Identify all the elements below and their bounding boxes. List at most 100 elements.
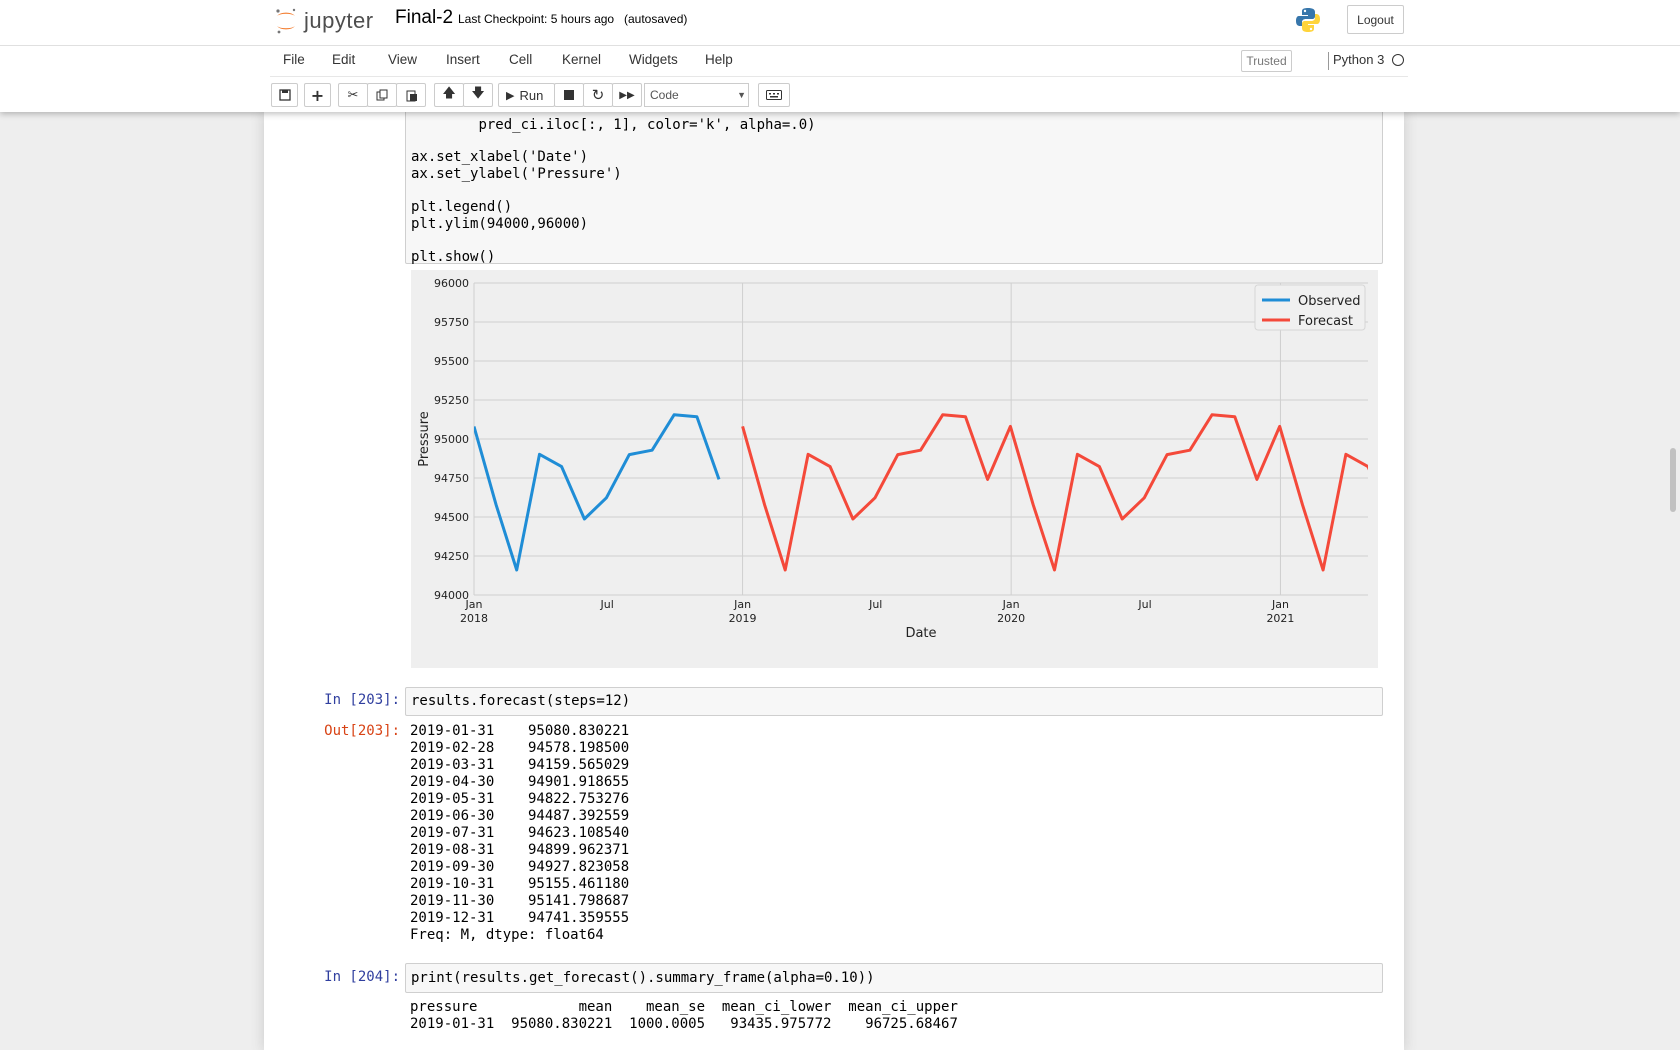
output-line: 2019-05-31 94822.753276 [410, 791, 630, 807]
move-down-button[interactable]: 🡇 [463, 83, 493, 107]
output-line: 2019-01-31 95080.830221 [410, 723, 630, 739]
menu-help[interactable]: Help [705, 52, 733, 67]
logo-text: jupyter [304, 8, 374, 33]
series-line-forecast [741, 413, 1368, 572]
cell-type-value: Code [650, 88, 679, 102]
save-button[interactable] [271, 83, 298, 107]
input-prompt: In [204]: [324, 969, 400, 985]
menu-file[interactable]: File [283, 52, 305, 67]
code-cell-input[interactable]: pred_ci.iloc[:, 1], color='k', alpha=.0)… [405, 112, 1383, 265]
restart-button[interactable]: ↻ [583, 83, 613, 107]
y-tick-label: 94500 [434, 511, 469, 524]
x-tick-label: Jul [1137, 598, 1151, 611]
code-line: ax.set_xlabel('Date') [411, 149, 589, 165]
cell-output: pressure mean mean_se mean_ci_lower mean… [410, 999, 958, 1033]
code-line: results.forecast(steps=12) [411, 693, 631, 709]
restart-run-all-button[interactable]: ▶▶ [612, 83, 642, 107]
output-line: 2019-11-30 95141.798687 [410, 893, 630, 909]
output-line: 2019-06-30 94487.392559 [410, 808, 630, 824]
kernel-separator [1328, 52, 1329, 70]
code-line: print(results.get_forecast().summary_fra… [411, 970, 875, 986]
menu-kernel[interactable]: Kernel [562, 52, 601, 67]
x-tick-label: Jul [868, 598, 882, 611]
y-tick-label: 96000 [434, 277, 469, 290]
series-line-observed [474, 413, 721, 572]
command-palette-button[interactable] [758, 83, 790, 107]
y-tick-label: 94000 [434, 589, 469, 602]
play-icon: ▶ [506, 88, 515, 102]
x-tick-label: Jan [733, 598, 751, 611]
x-tick-sublabel: 2020 [997, 612, 1025, 625]
code-cell-input[interactable]: results.forecast(steps=12) [405, 687, 1383, 716]
y-tick-label: 94750 [434, 472, 469, 485]
menu-cell[interactable]: Cell [509, 52, 532, 67]
code-line: plt.show() [411, 249, 496, 265]
output-line: Freq: M, dtype: float64 [410, 927, 604, 943]
stop-icon [564, 90, 574, 100]
chart-output: 94000 94250 94500 94750 95000 95250 95500 95750… [411, 270, 1378, 668]
notebook-name[interactable]: Final-2 [395, 7, 453, 29]
run-button[interactable]: ▶ Run [498, 83, 555, 107]
logout-button[interactable]: Logout [1347, 5, 1404, 34]
move-up-button[interactable]: 🡅 [434, 83, 464, 107]
input-prompt: In [203]: [324, 692, 400, 708]
x-tick-label: Jan [1271, 598, 1289, 611]
code-line: plt.ylim(94000,96000) [411, 216, 589, 232]
legend-label: Observed [1298, 294, 1361, 309]
output-line: 2019-07-31 94623.108540 [410, 825, 630, 841]
menu-view[interactable]: View [388, 52, 417, 67]
scissors-icon: ✂ [347, 87, 359, 103]
output-line: 2019-04-30 94901.918655 [410, 774, 630, 790]
x-tick-label: Jul [600, 598, 614, 611]
cell-type-select[interactable]: Code ▼ [644, 83, 749, 107]
paste-button[interactable] [396, 83, 426, 107]
jupyter-icon [276, 8, 296, 34]
x-tick-sublabel: 2018 [460, 612, 488, 625]
notebook-container: pred_ci.iloc[:, 1], color='k', alpha=.0)… [264, 112, 1404, 1050]
cut-button[interactable]: ✂ [338, 83, 368, 107]
y-tick-label: 95750 [434, 316, 469, 329]
output-line: 2019-08-31 94899.962371 [410, 842, 630, 858]
x-tick-sublabel: 2021 [1266, 612, 1294, 625]
kernel-status-icon [1392, 54, 1404, 66]
keyboard-icon [766, 90, 782, 100]
cell-output: 2019-01-31 95080.830221 2019-02-28 94578.… [410, 723, 629, 944]
output-line: 2019-12-31 94741.359555 [410, 910, 630, 926]
run-label: Run [519, 87, 544, 103]
jupyter-logo[interactable]: jupyter [274, 6, 374, 36]
kernel-name: Python 3 [1333, 52, 1385, 67]
x-tick-label: Jan [1002, 598, 1020, 611]
fast-forward-icon: ▶▶ [619, 89, 635, 101]
page-scrollbar[interactable] [1670, 448, 1676, 512]
copy-button[interactable] [367, 83, 397, 107]
output-line: 2019-02-28 94578.198500 [410, 740, 630, 756]
dropdown-arrow-icon: ▼ [737, 90, 746, 100]
menu-widgets[interactable]: Widgets [629, 52, 678, 67]
legend-label: Forecast [1298, 314, 1353, 329]
code-line: plt.legend() [411, 199, 513, 215]
python-logo-icon [1294, 6, 1322, 38]
x-tick-label: Jan [465, 598, 483, 611]
code-cell-input[interactable]: print(results.get_forecast().summary_fra… [405, 963, 1383, 993]
notebook-header: jupyter Final-2 Last Checkpoint: 5 hours… [0, 0, 1680, 112]
x-tick-sublabel: 2019 [729, 612, 757, 625]
plus-icon: + [310, 85, 325, 105]
code-line: pred_ci.iloc[:, 1], color='k', alpha=.0) [478, 117, 816, 133]
paste-icon [406, 90, 417, 101]
refresh-icon: ↻ [591, 86, 605, 104]
trusted-badge[interactable]: Trusted [1241, 50, 1292, 72]
output-line: 2019-09-30 94927.823058 [410, 859, 630, 875]
interrupt-button[interactable] [554, 83, 584, 107]
arrow-up-icon: 🡅 [442, 86, 456, 101]
output-prompt: Out[203]: [324, 723, 400, 739]
menu-insert[interactable]: Insert [446, 52, 480, 67]
menu-edit[interactable]: Edit [332, 52, 355, 67]
output-line: 2019-10-31 95155.461180 [410, 876, 630, 892]
output-line: pressure mean mean_se mean_ci_lower mean… [410, 999, 958, 1015]
insert-cell-button[interactable]: + [304, 83, 331, 107]
checkpoint-status: Last Checkpoint: 5 hours ago [458, 12, 615, 26]
arrow-down-icon: 🡇 [471, 86, 485, 101]
autosave-status: (autosaved) [624, 12, 688, 26]
y-tick-label: 94250 [434, 550, 469, 563]
menu-bar: File Edit View Insert Cell Kernel Widget… [270, 46, 1408, 77]
